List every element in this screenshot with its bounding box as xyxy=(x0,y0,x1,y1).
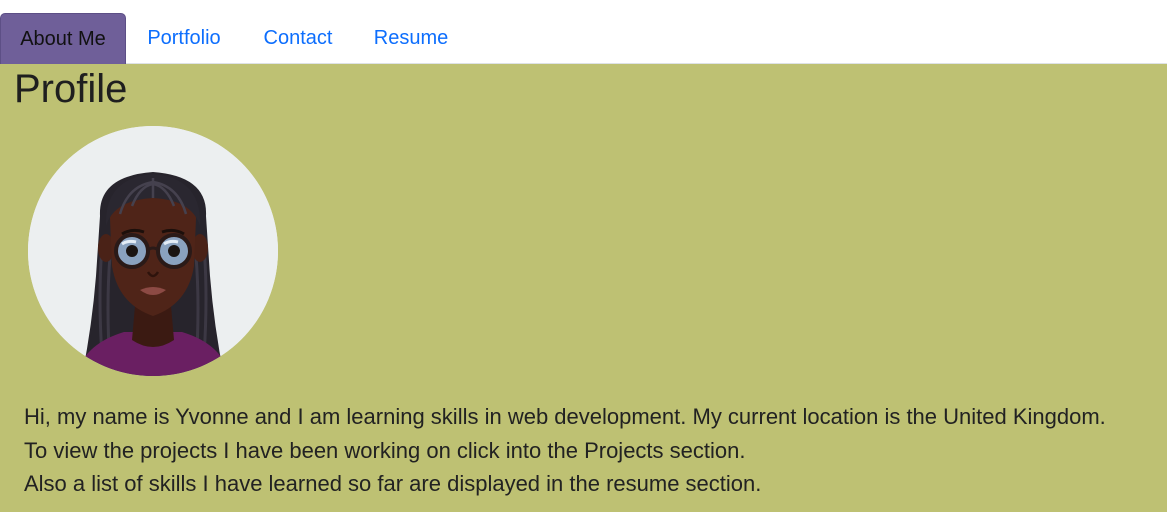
bio-line: Hi, my name is Yvonne and I am learning … xyxy=(24,404,1106,429)
page-title: Profile xyxy=(14,67,128,111)
bio-line: To view the projects I have been working… xyxy=(24,437,746,463)
avatar-illustration-icon xyxy=(28,126,278,376)
avatar xyxy=(28,126,278,376)
bio-line: Also a list of skills I have learned so … xyxy=(24,471,762,496)
about-me-panel: Profile Hi, my name is Yvonne and I am l… xyxy=(0,64,1167,512)
tab-contact[interactable]: Contact xyxy=(250,13,346,64)
tab-about-me[interactable]: About Me xyxy=(0,13,126,64)
tab-resume[interactable]: Resume xyxy=(361,13,461,64)
bio-text: Hi, my name is Yvonne and I am learning … xyxy=(24,400,1154,501)
tab-portfolio[interactable]: Portfolio xyxy=(134,13,234,64)
tab-bar: About Me Portfolio Contact Resume xyxy=(0,0,1167,64)
